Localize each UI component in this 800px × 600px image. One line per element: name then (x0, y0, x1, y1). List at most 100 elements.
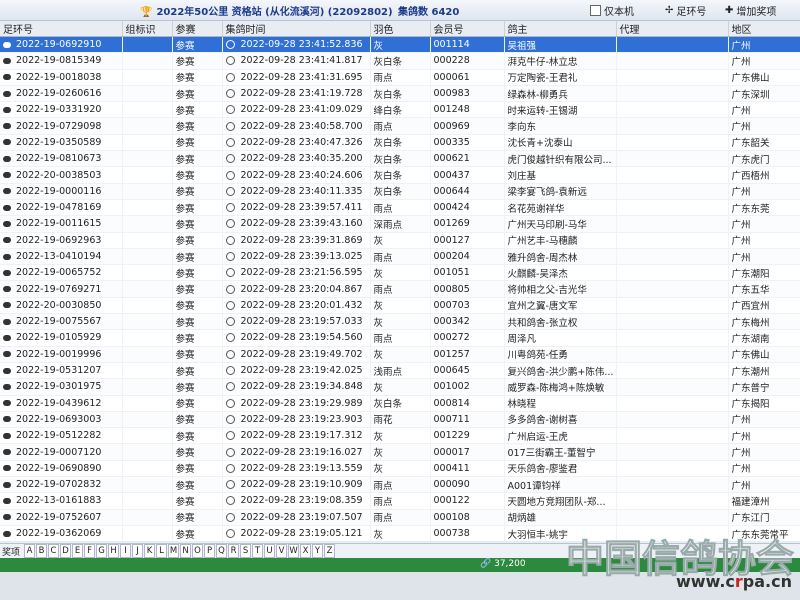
alpha-key-o[interactable]: O (192, 544, 204, 558)
alpha-key-r[interactable]: R (228, 544, 240, 558)
table-row[interactable]: 2022-13-0410194 参赛 2022-09-28 23:39:13.025… (0, 248, 800, 266)
table-cell (122, 297, 173, 315)
alpha-key-x[interactable]: X (300, 544, 312, 558)
alpha-key-u[interactable]: U (264, 544, 276, 558)
table-row[interactable]: 2022-20-0038503 参赛 2022-09-28 23:40:24.606… (0, 166, 800, 184)
column-header[interactable]: 集鸽时间 (222, 21, 371, 37)
table-row[interactable]: 2022-19-0019996 参赛 2022-09-28 23:19:49.702… (0, 346, 800, 363)
table-row[interactable]: 2022-19-0815349 参赛 2022-09-28 23:41:41.817… (0, 52, 800, 70)
table-cell: 2022-19-0011615 (0, 215, 123, 233)
table-row[interactable]: 2022-19-0331920 参赛 2022-09-28 23:41:09.029… (0, 101, 800, 119)
table-row[interactable]: 2022-19-0011615 参赛 2022-09-28 23:39:43.160… (0, 215, 800, 233)
alpha-key-i[interactable]: I (120, 544, 132, 558)
table-cell: 参赛 (172, 509, 223, 526)
alpha-key-n[interactable]: N (180, 544, 192, 558)
table-row[interactable]: 2022-19-0692963 参赛 2022-09-28 23:39:31.869… (0, 232, 800, 249)
table-cell: 2022-19-0769271 (0, 280, 123, 298)
table-cell (616, 117, 729, 135)
table-cell: A001谭钧祥 (504, 476, 617, 494)
alpha-key-w[interactable]: W (288, 544, 300, 558)
row-marker-icon (3, 74, 11, 81)
table-row[interactable]: 2022-19-0729098 参赛 2022-09-28 23:40:58.700… (0, 117, 800, 135)
column-header[interactable]: 参赛 (172, 21, 223, 37)
alpha-key-s[interactable]: S (240, 544, 252, 558)
results-table: 足环号 组标识 参赛 集鸽时间 羽色 会员号 鸽主 代理 地区 2022-19-0692910 参… (0, 21, 800, 541)
row-marker-icon (3, 302, 11, 309)
row-marker-icon (3, 253, 11, 260)
table-row[interactable]: 2022-19-0350589 参赛 2022-09-28 23:40:47.326… (0, 134, 800, 152)
table-cell: 广东潮阳 (728, 264, 800, 282)
table-row[interactable]: 2022-19-0260616 参赛 2022-09-28 23:41:19.728… (0, 85, 800, 103)
alpha-key-z[interactable]: Z (324, 544, 336, 558)
table-cell: 2022-09-28 23:21:56.595 (222, 264, 371, 282)
alpha-key-q[interactable]: Q (216, 544, 228, 558)
table-cell: 参赛 (172, 280, 223, 298)
alpha-key-y[interactable]: Y (312, 544, 324, 558)
table-row[interactable]: 2022-19-0007120 参赛 2022-09-28 23:19:16.027… (0, 443, 800, 461)
clock-icon (225, 235, 235, 245)
alpha-key-p[interactable]: P (204, 544, 216, 558)
table-cell: 雅升鸽舍-周杰林 (504, 248, 617, 266)
table-cell: 参赛 (172, 36, 223, 54)
table-cell: 000061 (430, 69, 505, 86)
only-this-checkbox[interactable]: 仅本机 (590, 3, 634, 18)
table-row[interactable]: 2022-19-0702832 参赛 2022-09-28 23:19:10.909… (0, 476, 800, 494)
table-row[interactable]: 2022-19-0065752 参赛 2022-09-28 23:21:56.595… (0, 264, 800, 282)
table-row[interactable]: 2022-20-0030850 参赛 2022-09-28 23:20:01.432… (0, 297, 800, 315)
table-cell (122, 443, 173, 461)
column-header[interactable]: 羽色 (370, 21, 431, 37)
alpha-key-m[interactable]: M (168, 544, 180, 558)
column-header[interactable]: 会员号 (430, 21, 505, 37)
table-cell: 001248 (430, 101, 505, 119)
alpha-key-v[interactable]: V (276, 544, 288, 558)
foot-ring-button[interactable]: ✢ 足环号 (665, 3, 706, 18)
column-header[interactable]: 地区 (728, 21, 800, 37)
alpha-keys: ABCDEFGHIJKLMNOPQRSTUVWXYZ (24, 544, 336, 558)
table-cell: 名花苑谢祥华 (504, 199, 617, 217)
table-cell: 001229 (430, 427, 505, 445)
alpha-key-g[interactable]: G (96, 544, 108, 558)
table-row[interactable]: 2022-19-0478169 参赛 2022-09-28 23:39:57.411… (0, 199, 800, 217)
table-row[interactable]: 2022-19-0512282 参赛 2022-09-28 23:19:17.312… (0, 427, 800, 445)
table-cell (616, 346, 729, 363)
table-row[interactable]: 2022-19-0693003 参赛 2022-09-28 23:19:23.903… (0, 411, 800, 429)
table-row[interactable]: 2022-19-0075567 参赛 2022-09-28 23:19:57.033… (0, 313, 800, 331)
table-row[interactable]: 2022-19-0769271 参赛 2022-09-28 23:20:04.867… (0, 280, 800, 298)
table-row[interactable]: 2022-19-0301975 参赛 2022-09-28 23:19:34.848… (0, 378, 800, 396)
alpha-key-k[interactable]: K (144, 544, 156, 558)
alpha-key-d[interactable]: D (60, 544, 72, 558)
table-row[interactable]: 2022-19-0690890 参赛 2022-09-28 23:19:13.559… (0, 460, 800, 478)
alpha-key-f[interactable]: F (84, 544, 96, 558)
table-cell: 2022-09-28 23:40:47.326 (222, 134, 371, 152)
alpha-key-a[interactable]: A (24, 544, 36, 558)
alpha-key-h[interactable]: H (108, 544, 120, 558)
table-row[interactable]: 2022-19-0018038 参赛 2022-09-28 23:41:31.695… (0, 69, 800, 86)
table-row[interactable]: 2022-19-0105929 参赛 2022-09-28 23:19:54.560… (0, 329, 800, 347)
column-header[interactable]: 代理 (616, 21, 729, 37)
add-item-button[interactable]: ✚ 增加奖项 (725, 3, 776, 18)
column-header[interactable]: 足环号 (0, 21, 123, 37)
table-cell (616, 411, 729, 429)
table-row[interactable]: 2022-19-0000116 参赛 2022-09-28 23:40:11.335… (0, 183, 800, 200)
event-title: 🏆 2022年50公里 资格站 (从化流溪河) (22092802) (140, 3, 393, 18)
table-row[interactable]: 2022-19-0692910 参赛 2022-09-28 23:41:52.836… (0, 36, 800, 54)
table-row[interactable]: 2022-19-0752607 参赛 2022-09-28 23:19:07.507… (0, 509, 800, 526)
table-row[interactable]: 2022-13-0161883 参赛 2022-09-28 23:19:08.359… (0, 492, 800, 510)
table-row[interactable]: 2022-19-0439612 参赛 2022-09-28 23:19:29.989… (0, 395, 800, 412)
table-row[interactable]: 2022-19-0531207 参赛 2022-09-28 23:19:42.025… (0, 362, 800, 380)
table-cell: 参赛 (172, 150, 223, 168)
alpha-key-t[interactable]: T (252, 544, 264, 558)
alpha-key-b[interactable]: B (36, 544, 48, 558)
table-cell: 参赛 (172, 101, 223, 119)
table-cell (122, 329, 173, 347)
table-cell: 2022-19-0439612 (0, 395, 123, 412)
column-header[interactable]: 鸽主 (504, 21, 617, 37)
table-cell (616, 280, 729, 298)
row-marker-icon (3, 416, 11, 423)
column-header[interactable]: 组标识 (122, 21, 173, 37)
alpha-key-l[interactable]: L (156, 544, 168, 558)
alpha-key-e[interactable]: E (72, 544, 84, 558)
alpha-key-c[interactable]: C (48, 544, 60, 558)
table-row[interactable]: 2022-19-0810673 参赛 2022-09-28 23:40:35.200… (0, 150, 800, 168)
alpha-key-j[interactable]: J (132, 544, 144, 558)
